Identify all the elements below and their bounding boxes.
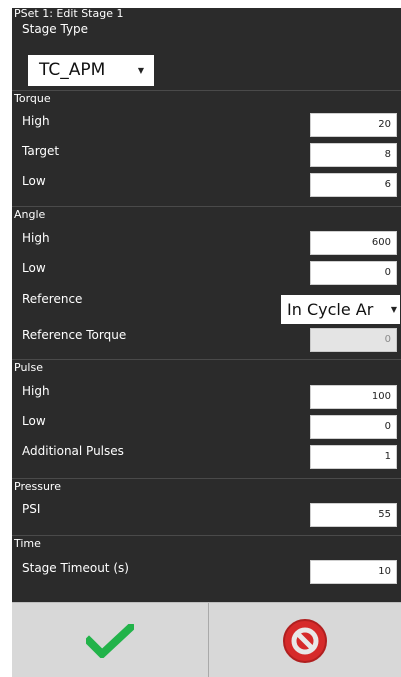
additional-pulses-input[interactable]: 1 [310,445,397,469]
stage-type-value: TC_APM [39,60,106,80]
angle-high-label: High [22,231,50,245]
reference-torque-input: 0 [310,328,397,352]
section-angle: Angle [14,208,46,221]
angle-high-input[interactable]: 600 [310,231,397,255]
pulse-low-label: Low [22,414,46,428]
section-divider [12,535,401,536]
angle-reference-label: Reference [22,292,83,306]
stage-type-label: Stage Type [22,22,89,36]
pulse-low-input[interactable]: 0 [310,415,397,439]
section-divider [12,206,401,207]
checkmark-icon [86,624,134,658]
torque-high-label: High [22,114,50,128]
torque-target-input[interactable]: 8 [310,143,397,167]
dropdown-caret-icon: ▼ [137,66,144,75]
angle-low-label: Low [22,261,46,275]
confirm-button[interactable] [12,603,209,677]
angle-reference-select[interactable]: In Cycle Ar ▼ [281,295,400,324]
edit-stage-screen: PSet 1: Edit Stage 1 Stage Type TC_APM ▼… [12,8,401,677]
section-divider [12,478,401,479]
section-torque: Torque [14,92,51,105]
psi-label: PSI [22,502,41,516]
stage-type-select[interactable]: TC_APM ▼ [28,55,154,86]
torque-high-input[interactable]: 20 [310,113,397,137]
stage-timeout-input[interactable]: 10 [310,560,397,584]
angle-low-input[interactable]: 0 [310,261,397,285]
psi-input[interactable]: 55 [310,503,397,527]
torque-low-input[interactable]: 6 [310,173,397,197]
action-bar [12,602,401,677]
stage-timeout-label: Stage Timeout (s) [22,561,129,575]
section-pressure: Pressure [14,480,61,493]
section-divider [12,90,401,91]
dropdown-caret-icon: ▼ [385,295,397,324]
cancel-icon [283,619,327,663]
torque-target-label: Target [22,144,60,158]
angle-reference-value: In Cycle Ar [287,300,374,319]
cancel-button[interactable] [209,603,401,677]
section-time: Time [14,537,41,550]
section-pulse: Pulse [14,361,43,374]
additional-pulses-label: Additional Pulses [22,444,124,458]
torque-low-label: Low [22,174,46,188]
reference-torque-label: Reference Torque [22,328,127,342]
pulse-high-input[interactable]: 100 [310,385,397,409]
page-title: PSet 1: Edit Stage 1 [14,8,124,20]
pulse-high-label: High [22,384,50,398]
section-divider [12,359,401,360]
